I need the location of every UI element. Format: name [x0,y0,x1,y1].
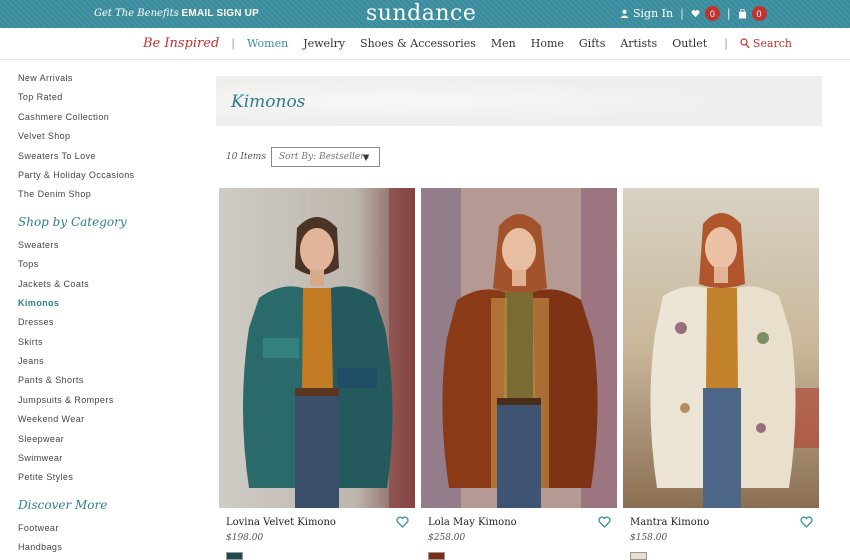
site-logo[interactable]: sundance [366,1,476,26]
product-price: $198.00 [226,533,264,543]
nav-item-gifts[interactable]: Gifts [579,37,605,50]
promo-text: Get The Benefits [94,8,179,19]
discover-more-heading: Discover More [18,497,108,512]
wishlist-heart-icon[interactable] [598,515,611,533]
nav-item-women[interactable]: Women [247,37,288,50]
sidebar-item-new-arrivals[interactable]: New Arrivals [18,72,198,91]
sidebar-item-sweaters[interactable]: Sweaters [18,239,198,258]
category-sidebar: New Arrivals Top Rated Cashmere Collecti… [18,72,198,560]
sidebar-item-petite-styles[interactable]: Petite Styles [18,471,198,490]
sidebar-item-handbags[interactable]: Handbags [18,541,198,560]
sidebar-item-jumpsuits-rompers[interactable]: Jumpsuits & Rompers [18,394,198,413]
sidebar-item-skirts[interactable]: Skirts [18,336,198,355]
nav-item-shoes-accessories[interactable]: Shoes & Accessories [360,37,476,50]
sidebar-item-cashmere-collection[interactable]: Cashmere Collection [18,111,198,130]
user-icon[interactable] [620,9,629,18]
divider: | [724,37,728,50]
product-card[interactable]: Lovina Velvet Kimono $198.00 [219,188,415,560]
sign-in-link[interactable]: Sign In [633,7,673,20]
sidebar-item-weekend-wear[interactable]: Weekend Wear [18,413,198,432]
product-name[interactable]: Lola May Kimono [428,517,517,528]
color-swatch[interactable] [428,552,445,560]
sort-dropdown[interactable]: Sort By: Bestsellers ▼ [271,147,380,167]
divider: | [726,7,731,20]
color-swatch[interactable] [226,552,243,560]
account-area: Sign In | 0 | 0 [620,6,767,21]
sidebar-item-jackets-coats[interactable]: Jackets & Coats [18,278,198,297]
dropdown-caret-icon: ▼ [362,153,369,162]
product-card[interactable]: Lola May Kimono $258.00 [421,188,617,560]
search-icon [740,38,750,49]
sidebar-item-denim-shop[interactable]: The Denim Shop [18,188,198,207]
search-label: Search [752,37,793,50]
sidebar-item-footwear[interactable]: Footwear [18,522,198,541]
product-image[interactable] [219,188,415,508]
sidebar-item-top-rated[interactable]: Top Rated [18,91,198,110]
wishlist-heart-icon[interactable] [396,515,409,533]
search-button[interactable]: Search [740,37,792,50]
cart-count-badge: 0 [751,6,767,21]
sidebar-item-pants-shorts[interactable]: Pants & Shorts [18,374,198,393]
divider: | [680,7,684,20]
nav-item-men[interactable]: Men [491,37,516,50]
sidebar-item-party-holiday[interactable]: Party & Holiday Occasions [18,169,198,188]
divider: | [231,37,235,50]
sidebar-item-dresses[interactable]: Dresses [18,316,198,335]
shop-by-category-heading: Shop by Category [18,214,127,229]
product-image[interactable] [623,188,819,508]
product-card[interactable]: Mantra Kimono $158.00 [623,188,819,560]
nav-item-artists[interactable]: Artists [620,37,657,50]
wishlist-heart-icon[interactable] [800,515,813,533]
main-nav: Be Inspired | Women Jewelry Shoes & Acce… [0,28,850,60]
sidebar-item-kimonos[interactable]: Kimonos [18,297,198,316]
nav-item-jewelry[interactable]: Jewelry [303,37,345,50]
sort-label: Sort By: Bestsellers [279,152,370,162]
wishlist-count-badge: 0 [704,6,720,21]
nav-item-outlet[interactable]: Outlet [672,37,707,50]
page-title: Kimonos [231,92,306,112]
nav-item-home[interactable]: Home [531,37,564,50]
product-price: $258.00 [428,533,466,543]
product-name[interactable]: Mantra Kimono [630,517,709,528]
sidebar-item-jeans[interactable]: Jeans [18,355,198,374]
sidebar-item-swimwear[interactable]: Swimwear [18,452,198,471]
product-price: $158.00 [630,533,668,543]
email-signup-link[interactable]: EMAIL SIGN UP [182,8,259,19]
sidebar-item-sweaters-to-love[interactable]: Sweaters To Love [18,150,198,169]
top-bar: Get The Benefits EMAIL SIGN UP sundance … [0,0,850,28]
category-banner: Kimonos [216,76,822,126]
shopping-bag-icon[interactable] [738,8,747,19]
product-name[interactable]: Lovina Velvet Kimono [226,517,336,528]
sidebar-item-velvet-shop[interactable]: Velvet Shop [18,130,198,149]
sidebar-item-sleepwear[interactable]: Sleepwear [18,433,198,452]
be-inspired-link[interactable]: Be Inspired [143,36,219,51]
color-swatch[interactable] [630,552,647,560]
email-signup-promo[interactable]: Get The Benefits EMAIL SIGN UP [94,8,259,19]
product-image[interactable] [421,188,617,508]
sidebar-item-tops[interactable]: Tops [18,258,198,277]
item-count: 10 Items [226,152,266,162]
heart-icon[interactable] [691,9,700,18]
